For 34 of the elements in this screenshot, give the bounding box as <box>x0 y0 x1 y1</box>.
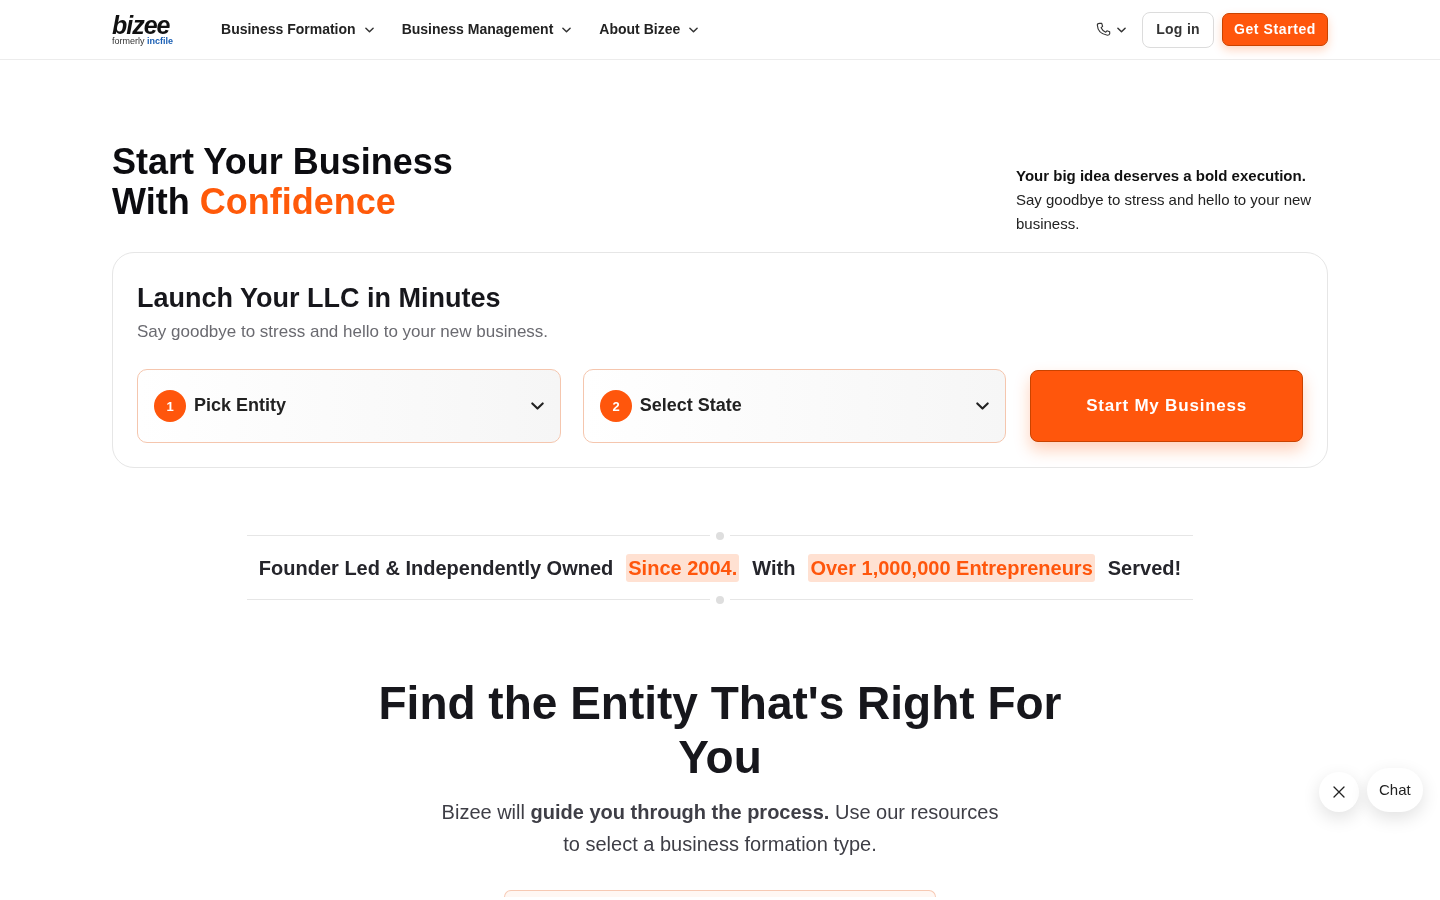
login-button[interactable]: Log in <box>1142 11 1214 48</box>
logo-tagline: formerly incfile <box>112 35 174 46</box>
card-title: Launch Your LLC in Minutes <box>137 282 502 315</box>
nav-menu-item[interactable]: Business Management <box>401 19 572 40</box>
caret-icon <box>562 26 572 33</box>
highlighted-text: Over 1,000,000 Entrepreneurs <box>808 553 1095 582</box>
nav-menu-item[interactable]: Business Formation <box>221 19 374 40</box>
strip-text: Served! <box>1106 555 1183 581</box>
caret-icon <box>364 26 374 33</box>
close-icon <box>1333 786 1345 798</box>
strip-text: With <box>751 555 797 581</box>
step-number-badge: 2 <box>599 389 632 422</box>
section-description: Bizee will guide you through the process. Use our resources to select a business formation type. <box>440 799 1000 857</box>
divider-dot-icon <box>716 595 724 604</box>
chat-button[interactable]: Chat <box>1367 768 1423 812</box>
highlighted-text: Since 2004. <box>626 553 740 582</box>
dropdown-select[interactable]: 1 Pick Entity <box>137 368 561 443</box>
caret-icon <box>689 26 699 33</box>
divider-dot-icon <box>716 531 724 540</box>
strip-text: Founder Led & Independently Owned <box>257 555 615 581</box>
nav-menu-item[interactable]: About Bizee <box>599 19 699 40</box>
phone-menu-button[interactable] <box>1096 22 1127 37</box>
dropdown-select[interactable]: 2 Select State <box>582 368 1007 443</box>
close-button[interactable] <box>1319 772 1359 812</box>
step-number-badge: 1 <box>154 389 186 422</box>
caret-icon <box>530 401 544 410</box>
logo-wordmark: bizee <box>112 13 170 36</box>
caret-icon <box>1117 26 1127 33</box>
caret-icon <box>976 401 990 410</box>
section-heading: Find the Entity That's Right For You <box>377 675 1063 784</box>
card-subtitle: Say goodbye to stress and hello to your new business. <box>137 321 550 343</box>
hero-tagline: Your big idea deserves a bold execution. Say goodbye to stress and hello to your new business. <box>1016 166 1313 234</box>
phone-icon <box>1096 22 1112 37</box>
hero-heading: Start Your Business With Confidence <box>112 142 453 222</box>
